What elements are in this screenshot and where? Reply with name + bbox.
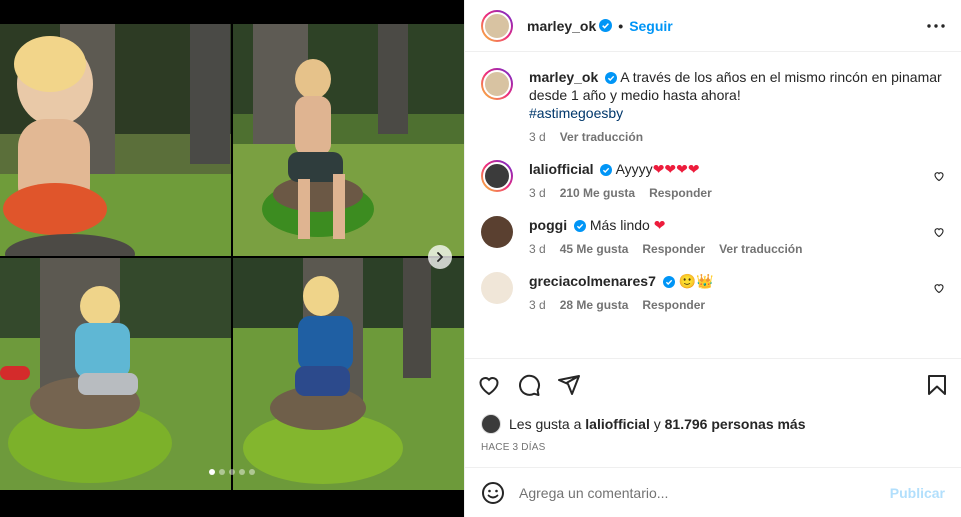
add-comment-bar: Agrega un comentario... Publicar (465, 467, 961, 517)
post-side-panel: marley_ok • Seguir marley_ok A través de… (464, 0, 961, 517)
photo-boy-smiling (233, 258, 464, 490)
comment-icon[interactable] (517, 373, 541, 397)
post-timestamp: HACE 3 DÍAS (481, 442, 546, 453)
header-separator: • (618, 17, 624, 34)
commenter-avatar[interactable] (481, 272, 513, 304)
comment-emoji: 🙂👑 (678, 273, 714, 289)
comment-item: greciacolmenares7 🙂👑 3 d 28 Me gusta Res… (481, 272, 945, 312)
photo-collage (0, 24, 464, 490)
comment-item: poggi Más lindo ❤ 3 d 45 Me gusta Respon… (481, 216, 945, 256)
comment-text: Ayyyy (615, 161, 653, 177)
comment-text: Más lindo (589, 217, 650, 233)
carousel-dot (219, 469, 225, 475)
verified-icon (599, 19, 613, 32)
verified-icon (605, 72, 618, 85)
commenter-username[interactable]: greciacolmenares7 (529, 273, 656, 289)
hashtag-link[interactable]: #astimegoesby (529, 105, 623, 121)
post-actions (465, 358, 961, 410)
caption-text: marley_ok A través de los años en el mis… (529, 68, 945, 122)
liker-avatar[interactable] (481, 414, 501, 434)
carousel-dot (239, 469, 245, 475)
caption: marley_ok A través de los años en el mis… (481, 68, 945, 144)
chevron-right-icon (437, 252, 443, 262)
publish-button[interactable]: Publicar (890, 485, 945, 501)
likes-prefix: Les gusta a (509, 416, 582, 432)
photo-toddler-on-stump (0, 24, 231, 256)
comment-likes[interactable]: 45 Me gusta (560, 242, 629, 256)
carousel-dot (249, 469, 255, 475)
likes-summary: Les gusta a laliofficial y 81.796 person… (465, 410, 961, 438)
comment-age: 3 d (529, 298, 546, 312)
comment-likes[interactable]: 28 Me gusta (560, 298, 629, 312)
comment-emoji: ❤ (653, 217, 666, 233)
caption-age: 3 d (529, 130, 546, 144)
commenter-avatar[interactable] (481, 160, 513, 192)
post-header: marley_ok • Seguir (465, 0, 961, 52)
share-icon[interactable] (557, 373, 581, 397)
follow-button[interactable]: Seguir (629, 18, 673, 34)
instagram-post-modal: marley_ok • Seguir marley_ok A través de… (0, 0, 961, 517)
likes-count[interactable]: 81.796 personas más (665, 416, 806, 432)
translate-link[interactable]: Ver traducción (719, 242, 802, 256)
verified-icon (600, 164, 613, 177)
comment-item: laliofficial Ayyyy❤❤❤❤ 3 d 210 Me gusta … (481, 160, 945, 200)
likes-and: y (653, 416, 661, 432)
caption-username[interactable]: marley_ok (529, 69, 598, 85)
carousel-indicator (0, 469, 464, 475)
author-avatar[interactable] (481, 68, 513, 100)
author-username[interactable]: marley_ok (527, 18, 596, 34)
emoji-icon[interactable] (481, 481, 505, 505)
author-avatar[interactable] (481, 9, 513, 42)
comment-likes[interactable]: 210 Me gusta (560, 186, 635, 200)
carousel-dot (209, 469, 215, 475)
reply-button[interactable]: Responder (642, 242, 705, 256)
heart-icon[interactable] (477, 373, 501, 397)
carousel-next-button[interactable] (428, 245, 452, 269)
verified-icon (574, 220, 586, 233)
photo-boy-laughing (0, 258, 231, 490)
reply-button[interactable]: Responder (642, 298, 705, 312)
commenter-username[interactable]: laliofficial (529, 161, 594, 177)
commenter-username[interactable]: poggi (529, 217, 567, 233)
more-icon[interactable] (927, 23, 945, 28)
verified-icon (662, 276, 675, 289)
liker-username[interactable]: laliofficial (585, 416, 650, 432)
reply-button[interactable]: Responder (649, 186, 712, 200)
post-media (0, 0, 464, 517)
like-comment-heart-icon[interactable] (933, 170, 945, 182)
like-comment-heart-icon[interactable] (933, 282, 945, 294)
comment-emoji: ❤❤❤❤ (652, 161, 700, 177)
carousel-dot (229, 469, 235, 475)
bookmark-icon[interactable] (925, 373, 949, 397)
comments-list: marley_ok A través de los años en el mis… (465, 52, 961, 358)
photo-boy-on-hose (233, 24, 464, 256)
like-comment-heart-icon[interactable] (933, 226, 945, 238)
comment-age: 3 d (529, 242, 546, 256)
commenter-avatar[interactable] (481, 216, 513, 248)
comment-input[interactable]: Agrega un comentario... (519, 485, 890, 501)
translate-link[interactable]: Ver traducción (560, 130, 643, 144)
comment-age: 3 d (529, 186, 546, 200)
